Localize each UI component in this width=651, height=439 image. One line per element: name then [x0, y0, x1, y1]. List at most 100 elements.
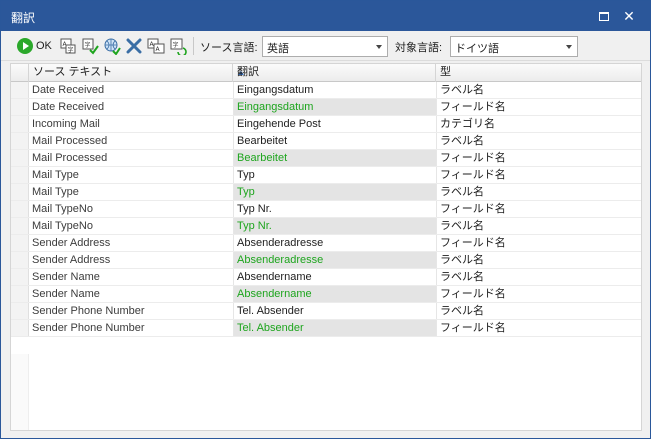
title-bar[interactable]: 翻訳 ✕	[1, 1, 650, 31]
ok-button[interactable]: OK	[17, 37, 52, 55]
copy-source-button[interactable]: A A	[147, 37, 165, 55]
row-selector[interactable]	[11, 320, 29, 336]
import-glossary-icon: A 字	[60, 38, 76, 54]
table-row[interactable]: Sender Name Absendername フィールド名	[11, 286, 641, 303]
row-selector[interactable]	[11, 252, 29, 268]
translation-cell[interactable]: Eingehende Post	[233, 116, 436, 132]
close-icon: ✕	[623, 8, 635, 24]
table-row[interactable]: Sender Address Absenderadresse フィールド名	[11, 235, 641, 252]
web-translate-button[interactable]	[103, 37, 121, 55]
source-text-cell: Sender Address	[32, 237, 111, 249]
translation-cell[interactable]: Tel. Absender	[233, 303, 436, 319]
translation-cell[interactable]: Tel. Absender	[233, 320, 436, 336]
source-language-select[interactable]: 英語	[262, 36, 388, 57]
source-text-cell: Sender Name	[32, 271, 100, 283]
column-header-source[interactable]: ソース テキスト	[29, 64, 244, 82]
column-header-type[interactable]: 型	[436, 64, 641, 82]
column-header-translation[interactable]: 翻訳	[233, 64, 436, 82]
type-cell: フィールド名	[436, 167, 641, 183]
translation-cell[interactable]: Absenderadresse	[233, 235, 436, 251]
import-glossary-button[interactable]: A 字	[59, 37, 77, 55]
row-selector[interactable]	[11, 82, 29, 98]
close-button[interactable]: ✕	[621, 8, 637, 24]
window-title: 翻訳	[11, 11, 36, 25]
table-row[interactable]: Date Received Eingangsdatum ラベル名	[11, 82, 641, 99]
row-selector[interactable]	[11, 286, 29, 302]
translation-cell[interactable]: Bearbeitet	[233, 133, 436, 149]
grid-header: ソース テキスト 翻訳 型	[11, 64, 641, 82]
svg-text:字: 字	[173, 41, 179, 49]
source-text-cell: Sender Phone Number	[32, 322, 145, 334]
translation-cell[interactable]: Typ Nr.	[233, 218, 436, 234]
apply-check-icon: 字	[82, 38, 99, 55]
table-row[interactable]: Mail Type Typ ラベル名	[11, 184, 641, 201]
source-language-label: ソース言語:	[200, 42, 258, 54]
source-text-cell: Mail Type	[32, 186, 79, 198]
translation-grid[interactable]: ソース テキスト 翻訳 型 Date Received Eingangsdatum…	[10, 63, 642, 431]
source-language-value: 英語	[267, 43, 289, 55]
translation-cell[interactable]: Absenderadresse	[233, 252, 436, 268]
toolbar-separator	[193, 37, 194, 55]
translation-cell[interactable]: Eingangsdatum	[233, 99, 436, 115]
translation-cell[interactable]: Typ Nr.	[233, 201, 436, 217]
maximize-button[interactable]	[596, 8, 612, 24]
row-selector[interactable]	[11, 303, 29, 319]
row-selector[interactable]	[11, 218, 29, 234]
copy-source-icon: A A	[147, 38, 165, 54]
row-selector-header	[11, 64, 29, 82]
source-text-cell: Mail Type	[32, 169, 79, 181]
type-cell: カテゴリ名	[436, 116, 641, 132]
delete-button[interactable]	[125, 37, 143, 55]
table-row[interactable]: Mail Type Typ フィールド名	[11, 167, 641, 184]
table-row[interactable]: Mail Processed Bearbeitet フィールド名	[11, 150, 641, 167]
refresh-translation-icon: 字	[170, 38, 187, 55]
type-cell: ラベル名	[436, 133, 641, 149]
row-selector[interactable]	[11, 269, 29, 285]
table-row[interactable]: Mail TypeNo Typ Nr. フィールド名	[11, 201, 641, 218]
column-header-source-label: ソース テキスト	[33, 66, 113, 78]
target-language-select[interactable]: ドイツ語	[450, 36, 578, 57]
translation-cell[interactable]: Bearbeitet	[233, 150, 436, 166]
source-text-cell: Mail Processed	[32, 135, 108, 147]
row-selector[interactable]	[11, 167, 29, 183]
table-row[interactable]: Sender Phone Number Tel. Absender フィールド名	[11, 320, 641, 337]
row-selector[interactable]	[11, 133, 29, 149]
row-selector[interactable]	[11, 201, 29, 217]
table-row[interactable]: Sender Name Absendername ラベル名	[11, 269, 641, 286]
target-language-value: ドイツ語	[455, 43, 499, 55]
svg-text:字: 字	[68, 46, 74, 54]
translation-cell[interactable]: Absendername	[233, 286, 436, 302]
source-text-cell: Incoming Mail	[32, 118, 100, 130]
type-cell: ラベル名	[436, 303, 641, 319]
table-row[interactable]: Sender Address Absenderadresse ラベル名	[11, 252, 641, 269]
target-language-label: 対象言語:	[395, 42, 443, 54]
source-text-cell: Sender Address	[32, 254, 111, 266]
translation-cell[interactable]: Typ	[233, 184, 436, 200]
svg-text:字: 字	[85, 41, 91, 49]
row-selector[interactable]	[11, 235, 29, 251]
ok-label: OK	[36, 40, 52, 52]
column-header-translation-label: 翻訳	[237, 66, 259, 78]
table-row[interactable]: Sender Phone Number Tel. Absender ラベル名	[11, 303, 641, 320]
type-cell: フィールド名	[436, 99, 641, 115]
row-selector[interactable]	[11, 116, 29, 132]
toolbar: OK A 字 字 A A 字 ソース言語: 英語 対象言語: ドイツ語	[1, 31, 650, 61]
refresh-translation-button[interactable]: 字	[169, 37, 187, 55]
row-selector[interactable]	[11, 150, 29, 166]
translation-cell[interactable]: Typ	[233, 167, 436, 183]
type-cell: ラベル名	[436, 269, 641, 285]
row-selector[interactable]	[11, 184, 29, 200]
table-row[interactable]: Incoming Mail Eingehende Post カテゴリ名	[11, 116, 641, 133]
delete-icon	[126, 38, 142, 54]
row-selector[interactable]	[11, 99, 29, 115]
translation-cell[interactable]: Eingangsdatum	[233, 82, 436, 98]
table-row[interactable]: Mail TypeNo Typ Nr. ラベル名	[11, 218, 641, 235]
type-cell: ラベル名	[436, 252, 641, 268]
table-row[interactable]: Mail Processed Bearbeitet ラベル名	[11, 133, 641, 150]
type-cell: フィールド名	[436, 286, 641, 302]
source-text-cell: Mail Processed	[32, 152, 108, 164]
table-row[interactable]: Date Received Eingangsdatum フィールド名	[11, 99, 641, 116]
type-cell: ラベル名	[436, 184, 641, 200]
apply-translation-button[interactable]: 字	[81, 37, 99, 55]
translation-cell[interactable]: Absendername	[233, 269, 436, 285]
